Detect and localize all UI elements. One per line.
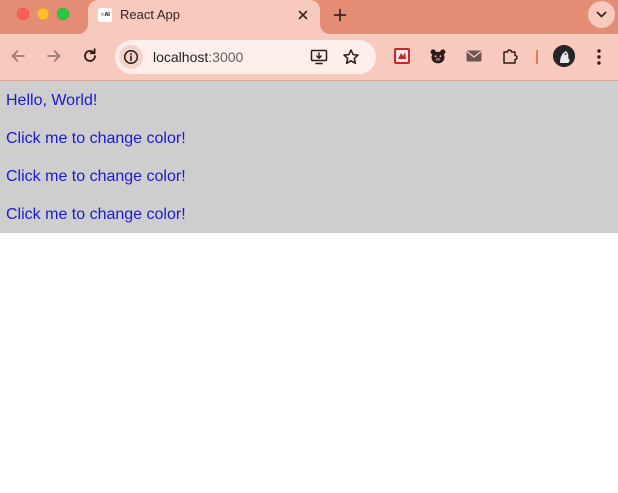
browser-toolbar: localhost:3000 (0, 34, 618, 81)
back-button[interactable] (8, 46, 28, 66)
close-tab-icon[interactable] (295, 7, 311, 23)
change-color-button-1[interactable]: Click me to change color! (6, 129, 612, 149)
bear-extension-icon[interactable] (429, 47, 447, 65)
tab-title: React App (120, 7, 180, 22)
app-container: Hello, World! Click me to change color! … (0, 81, 618, 233)
forward-button[interactable] (44, 46, 64, 66)
reload-icon (84, 48, 96, 62)
browser-window: ⚛AI React App localhost:3000 Hello, Worl… (0, 0, 618, 493)
tab-react-app[interactable]: ⚛AI React App (88, 0, 320, 34)
address-bar[interactable]: localhost:3000 (115, 40, 376, 74)
arrow-right-icon (47, 50, 61, 62)
tab-strip: ⚛AI React App (0, 0, 618, 34)
close-window-button[interactable] (17, 8, 29, 20)
mail-extension-icon[interactable] (465, 47, 483, 65)
kebab-menu-icon[interactable] (591, 47, 607, 72)
page-viewport: Hello, World! Click me to change color! … (0, 81, 618, 493)
favicon-icon: ⚛AI (98, 8, 112, 22)
bookmark-star-icon[interactable] (342, 48, 360, 71)
change-color-button-3[interactable]: Click me to change color! (6, 205, 612, 225)
url-text[interactable]: localhost:3000 (153, 49, 243, 65)
puzzle-icon[interactable] (501, 47, 519, 65)
change-color-button-2[interactable]: Click me to change color! (6, 167, 612, 187)
tab-search-button[interactable] (588, 1, 615, 28)
reload-button[interactable] (80, 46, 100, 66)
toolbar-divider (536, 50, 538, 64)
chevron-down-icon (596, 11, 607, 18)
info-icon (123, 49, 139, 65)
url-host: localhost (153, 49, 209, 65)
install-app-icon[interactable] (310, 48, 328, 71)
profile-avatar[interactable] (553, 45, 575, 67)
url-port: :3000 (208, 49, 244, 65)
zoom-window-button[interactable] (57, 8, 69, 20)
minimize-window-button[interactable] (37, 8, 49, 20)
new-tab-icon[interactable] (331, 6, 349, 24)
site-info-button[interactable] (119, 45, 143, 69)
greeting-text: Hello, World! (6, 92, 98, 109)
arrow-left-icon (11, 50, 25, 62)
red-extension-icon[interactable] (393, 47, 411, 65)
